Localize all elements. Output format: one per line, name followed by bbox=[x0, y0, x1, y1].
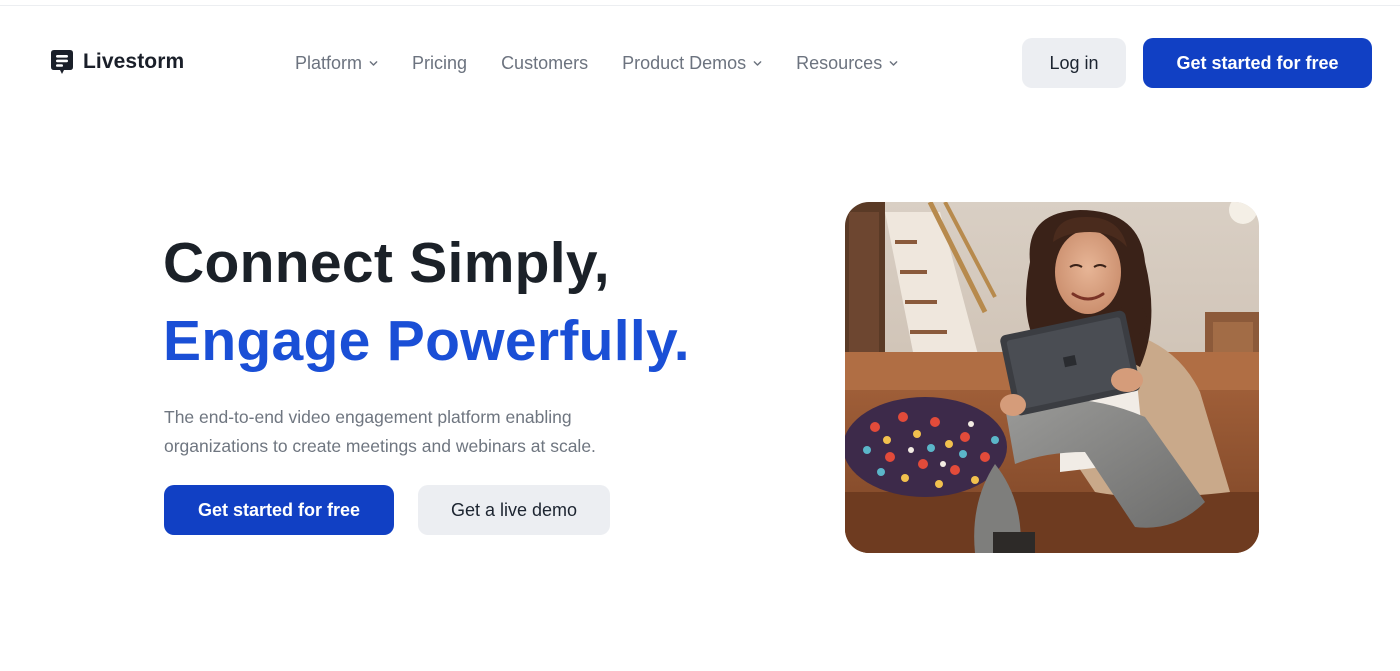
nav-item-label: Product Demos bbox=[622, 52, 747, 73]
nav-item-platform[interactable]: Platform bbox=[295, 53, 378, 74]
hero-image bbox=[845, 202, 1259, 553]
hero-subtitle-line-1: The end-to-end video engagement platform… bbox=[164, 407, 572, 427]
hero-title-line-1: Connect Simply, bbox=[163, 231, 610, 295]
nav-item-label: Pricing bbox=[412, 52, 468, 73]
hero-subtitle: The end-to-end video engagement platform… bbox=[164, 403, 724, 461]
chevron-down-icon bbox=[889, 60, 898, 66]
login-button[interactable]: Log in bbox=[1022, 38, 1126, 88]
chevron-down-icon bbox=[753, 60, 762, 66]
chevron-down-icon bbox=[369, 60, 378, 66]
brand-name: Livestorm bbox=[83, 50, 185, 73]
main-nav: Platform Pricing Customers Product Demos… bbox=[295, 36, 932, 90]
header-get-started-button[interactable]: Get started for free bbox=[1143, 38, 1372, 88]
nav-item-label: Platform bbox=[295, 52, 363, 73]
live-demo-button[interactable]: Get a live demo bbox=[418, 485, 610, 535]
hero-get-started-button[interactable]: Get started for free bbox=[164, 485, 394, 535]
hero-title: Connect Simply, Engage Powerfully. bbox=[163, 224, 690, 380]
woman-with-tablet-illustration bbox=[845, 202, 1259, 553]
hero-subtitle-line-2: organizations to create meetings and web… bbox=[164, 436, 596, 456]
nav-item-resources[interactable]: Resources bbox=[796, 53, 898, 74]
nav-item-pricing[interactable]: Pricing bbox=[412, 53, 467, 74]
site-header: Livestorm Platform Pricing Customers Pro… bbox=[0, 36, 1400, 90]
nav-item-label: Resources bbox=[796, 52, 883, 73]
livestorm-logo-icon bbox=[51, 50, 73, 74]
logo-link[interactable]: Livestorm bbox=[50, 49, 184, 75]
nav-item-product-demos[interactable]: Product Demos bbox=[622, 53, 762, 74]
top-divider bbox=[0, 5, 1400, 6]
nav-item-customers[interactable]: Customers bbox=[501, 53, 588, 74]
hero-title-line-2: Engage Powerfully. bbox=[163, 309, 690, 373]
nav-item-label: Customers bbox=[501, 52, 589, 73]
